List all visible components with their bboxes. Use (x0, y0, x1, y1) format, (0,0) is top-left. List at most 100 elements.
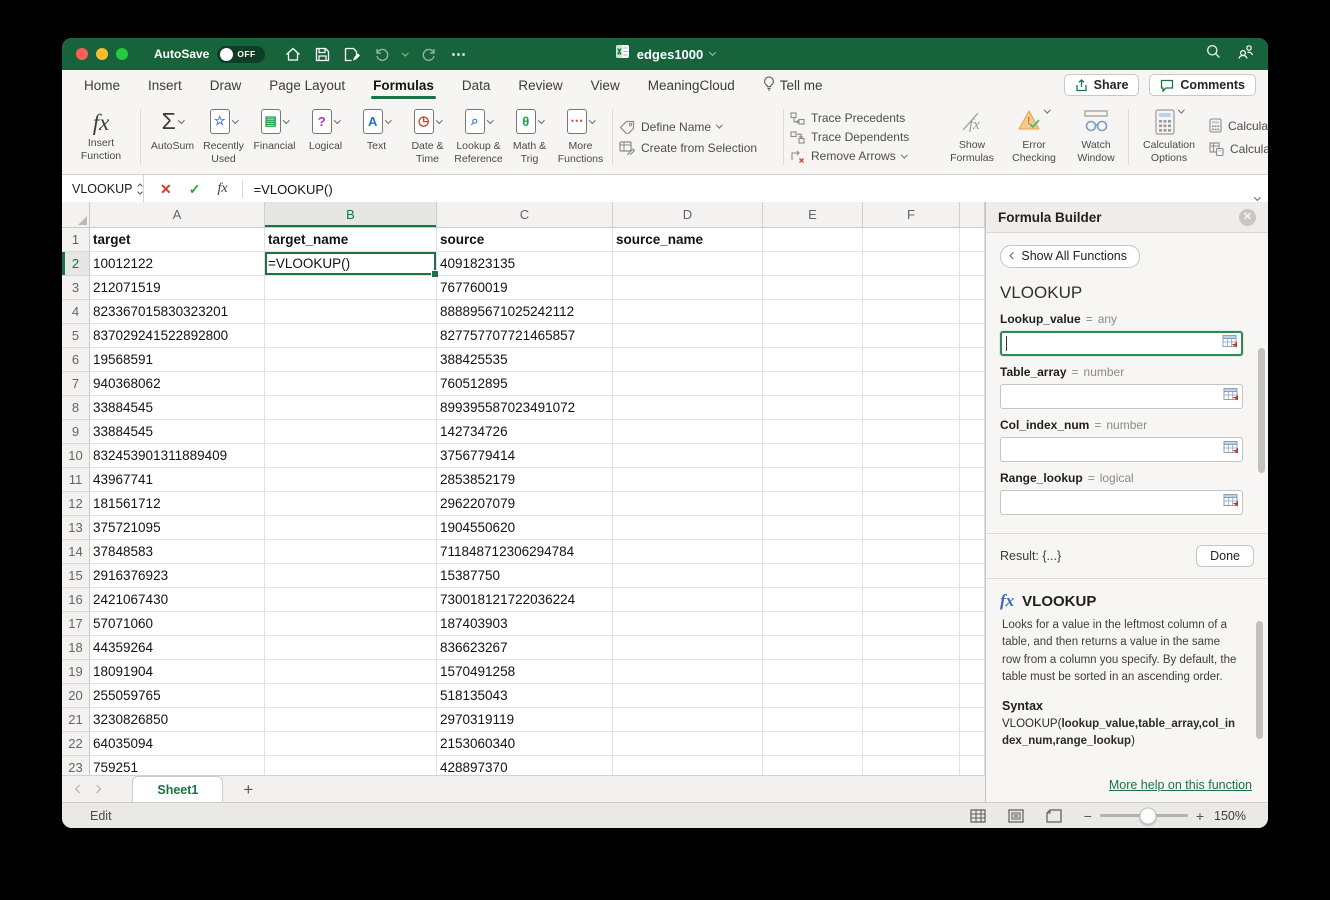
cell-partial[interactable] (960, 300, 985, 324)
cell-partial[interactable] (960, 468, 985, 492)
cell-F2[interactable] (863, 252, 960, 276)
cell-F9[interactable] (863, 420, 960, 444)
cell-F11[interactable] (863, 468, 960, 492)
cell-B7[interactable] (265, 372, 437, 396)
cell-D13[interactable] (613, 516, 763, 540)
cell-F19[interactable] (863, 660, 960, 684)
row-header-21[interactable]: 21 (62, 708, 90, 732)
cell-E23[interactable] (763, 756, 863, 775)
comments-button[interactable]: Comments (1149, 74, 1256, 96)
cell-F12[interactable] (863, 492, 960, 516)
cell-E16[interactable] (763, 588, 863, 612)
cell-B17[interactable] (265, 612, 437, 636)
cell-F8[interactable] (863, 396, 960, 420)
cell-C16[interactable]: 730018121722036224 (437, 588, 613, 612)
zoom-in-button[interactable]: + (1196, 808, 1204, 824)
done-button[interactable]: Done (1196, 545, 1254, 567)
cell-B23[interactable] (265, 756, 437, 775)
zoom-slider[interactable] (1100, 814, 1188, 817)
cell-partial[interactable] (960, 732, 985, 756)
row-header-19[interactable]: 19 (62, 660, 90, 684)
cell-partial[interactable] (960, 636, 985, 660)
cell-B5[interactable] (265, 324, 437, 348)
cell-C18[interactable]: 836623267 (437, 636, 613, 660)
table-array-input[interactable] (1000, 384, 1243, 409)
expand-formula-bar-icon[interactable] (1254, 194, 1260, 200)
sheet-tab-sheet1[interactable]: Sheet1 (132, 776, 223, 804)
cell-E1[interactable] (763, 228, 863, 252)
save-icon[interactable] (315, 47, 330, 62)
cell-reference-icon[interactable] (1223, 387, 1239, 406)
close-window-button[interactable] (76, 48, 88, 60)
cell-E7[interactable] (763, 372, 863, 396)
row-header-11[interactable]: 11 (62, 468, 90, 492)
cell-A13[interactable]: 375721095 (90, 516, 265, 540)
cell-partial[interactable] (960, 756, 985, 775)
cell-partial[interactable] (960, 540, 985, 564)
cell-F5[interactable] (863, 324, 960, 348)
cell-D19[interactable] (613, 660, 763, 684)
cell-D7[interactable] (613, 372, 763, 396)
column-header-E[interactable]: E (763, 202, 863, 228)
cell-B19[interactable] (265, 660, 437, 684)
page-layout-view-icon[interactable] (1008, 809, 1024, 823)
cell-F4[interactable] (863, 300, 960, 324)
cell-B1[interactable]: target_name (265, 228, 437, 252)
cell-C17[interactable]: 187403903 (437, 612, 613, 636)
undo-icon[interactable] (374, 47, 389, 61)
row-header-7[interactable]: 7 (62, 372, 90, 396)
row-header-3[interactable]: 3 (62, 276, 90, 300)
cell-F3[interactable] (863, 276, 960, 300)
cell-partial[interactable] (960, 588, 985, 612)
cell-C22[interactable]: 2153060340 (437, 732, 613, 756)
cell-C14[interactable]: 711848712306294784 (437, 540, 613, 564)
next-sheet-icon[interactable] (93, 785, 102, 794)
cell-A4[interactable]: 823367015830323201 (90, 300, 265, 324)
cell-C10[interactable]: 3756779414 (437, 444, 613, 468)
cell-E18[interactable] (763, 636, 863, 660)
cell-A12[interactable]: 181561712 (90, 492, 265, 516)
cell-B20[interactable] (265, 684, 437, 708)
cell-B10[interactable] (265, 444, 437, 468)
tab-page-layout[interactable]: Page Layout (269, 70, 345, 100)
cell-D15[interactable] (613, 564, 763, 588)
cell-partial[interactable] (960, 348, 985, 372)
cell-E13[interactable] (763, 516, 863, 540)
cell-C9[interactable]: 142734726 (437, 420, 613, 444)
cell-E11[interactable] (763, 468, 863, 492)
tab-view[interactable]: View (591, 70, 620, 100)
cell-F18[interactable] (863, 636, 960, 660)
cell-C2[interactable]: 4091823135 (437, 252, 613, 276)
row-header-13[interactable]: 13 (62, 516, 90, 540)
cell-partial[interactable] (960, 564, 985, 588)
cell-C4[interactable]: 888895671025242112 (437, 300, 613, 324)
ribbon-lookup-reference-button[interactable]: ⌕Lookup & Reference (453, 109, 504, 165)
cell-E15[interactable] (763, 564, 863, 588)
cell-C21[interactable]: 2970319119 (437, 708, 613, 732)
close-panel-icon[interactable]: ✕ (1239, 209, 1256, 226)
tab-review[interactable]: Review (518, 70, 562, 100)
cancel-entry-icon[interactable]: ✕ (160, 181, 172, 198)
cell-A11[interactable]: 43967741 (90, 468, 265, 492)
cell-F15[interactable] (863, 564, 960, 588)
ribbon-more-functions-button[interactable]: ⋯More Functions (555, 109, 606, 165)
cell-C3[interactable]: 767760019 (437, 276, 613, 300)
cell-D11[interactable] (613, 468, 763, 492)
row-header-17[interactable]: 17 (62, 612, 90, 636)
cell-E8[interactable] (763, 396, 863, 420)
cell-C11[interactable]: 2853852179 (437, 468, 613, 492)
cell-C7[interactable]: 760512895 (437, 372, 613, 396)
cell-C5[interactable]: 827757707721465857 (437, 324, 613, 348)
normal-view-icon[interactable] (970, 809, 986, 823)
cell-D14[interactable] (613, 540, 763, 564)
cell-partial[interactable] (960, 420, 985, 444)
lookup-value-input[interactable] (1000, 331, 1243, 356)
cell-A14[interactable]: 37848583 (90, 540, 265, 564)
cell-D17[interactable] (613, 612, 763, 636)
cell-D16[interactable] (613, 588, 763, 612)
more-help-link[interactable]: More help on this function (1109, 778, 1252, 792)
add-sheet-button[interactable]: + (243, 781, 253, 798)
ribbon-financial-button[interactable]: ▤Financial (249, 109, 300, 165)
zoom-out-button[interactable]: − (1084, 808, 1092, 824)
cell-E9[interactable] (763, 420, 863, 444)
